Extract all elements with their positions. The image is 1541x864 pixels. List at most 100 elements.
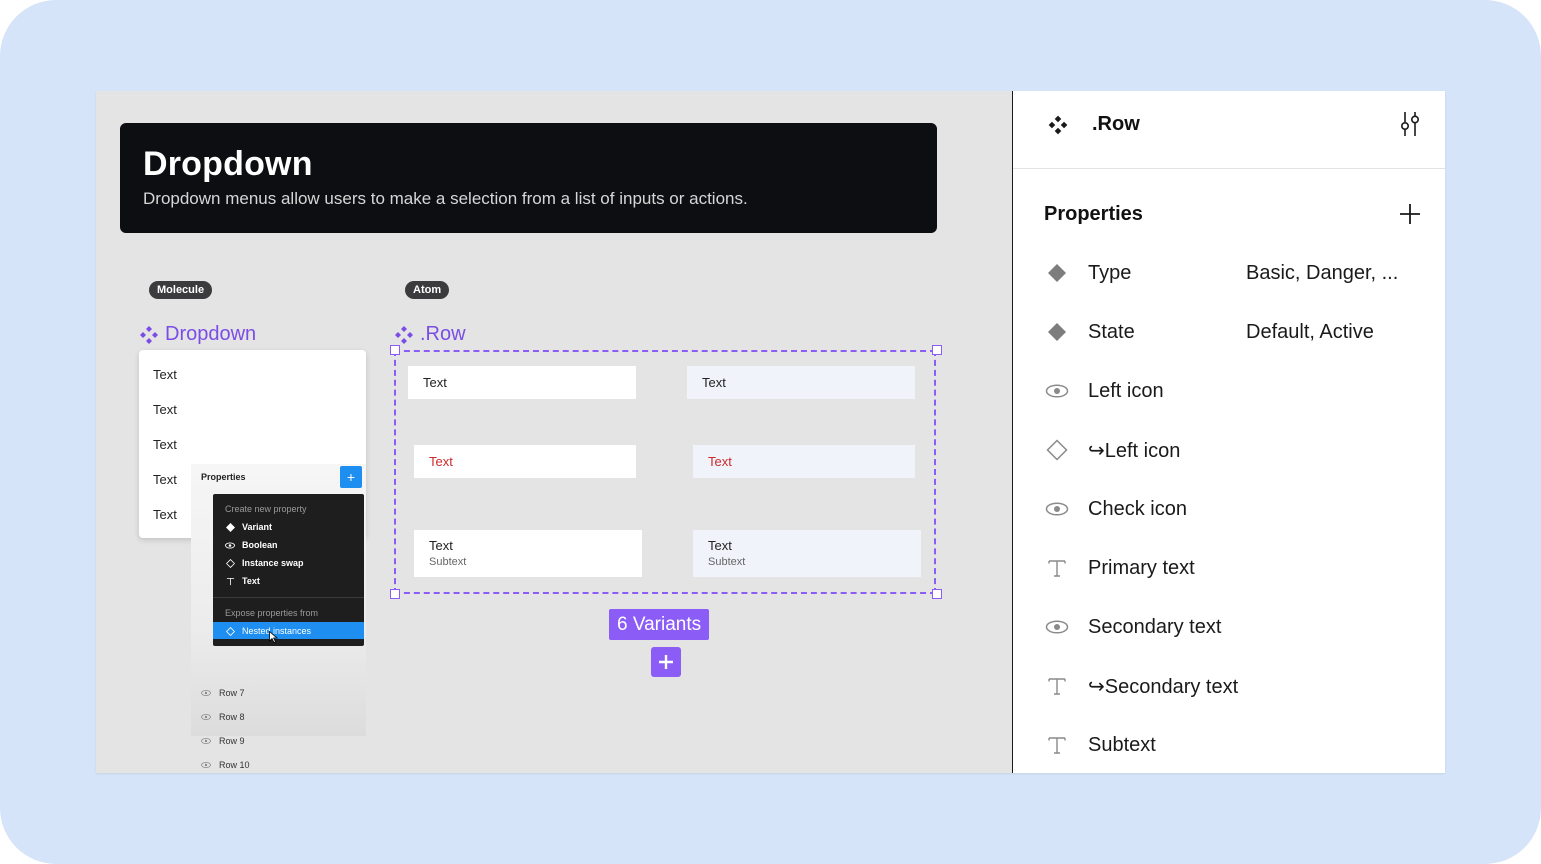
mini-row-item[interactable]: Row 8 xyxy=(201,712,245,722)
dropdown-item[interactable]: Text xyxy=(153,507,177,522)
properties-panel: .Row Properties Type Basic, Danger, ... xyxy=(1012,91,1445,773)
dropdown-item[interactable]: Text xyxy=(153,472,177,487)
eye-icon xyxy=(201,690,211,696)
property-row-secondary-text[interactable]: Secondary text xyxy=(1044,612,1424,642)
resize-handle-tl[interactable] xyxy=(390,345,400,355)
row-variant[interactable]: Text xyxy=(687,366,915,399)
eye-icon xyxy=(1045,384,1069,398)
variant-diamond-icon xyxy=(225,522,235,532)
eye-icon xyxy=(201,762,211,768)
variant-diamond-icon xyxy=(1048,323,1066,341)
dropdown-item[interactable]: Text xyxy=(153,367,177,382)
variant-text: Text xyxy=(423,375,447,390)
property-row-type[interactable]: Type Basic, Danger, ... xyxy=(1044,258,1424,288)
menu-item-label: Boolean xyxy=(242,540,278,550)
atom-tag: Atom xyxy=(405,281,450,299)
property-name: State xyxy=(1088,320,1135,343)
mini-row-label: Row 7 xyxy=(219,688,245,698)
menu-divider xyxy=(213,597,364,598)
resize-handle-br[interactable] xyxy=(932,589,942,599)
text-icon xyxy=(1048,678,1066,695)
variant-text: Text xyxy=(429,454,453,469)
property-name: Check icon xyxy=(1088,497,1187,520)
text-icon xyxy=(1048,737,1066,754)
property-name: ↪Left icon xyxy=(1088,439,1181,462)
add-property-button[interactable]: + xyxy=(340,466,362,488)
row-variant[interactable]: Text xyxy=(414,445,636,478)
variant-text: Text xyxy=(429,538,453,553)
variant-text: Text xyxy=(702,375,726,390)
add-property-plus-icon[interactable] xyxy=(1399,203,1421,225)
figma-window: Dropdown Dropdown menus allow users to m… xyxy=(96,91,1445,773)
property-row-left-icon-swap[interactable]: ↪Left icon xyxy=(1044,435,1424,465)
mini-row-label: Row 10 xyxy=(219,760,250,770)
row-component-set[interactable]: Text Text Text Text Text Subtext Text Su xyxy=(394,350,936,594)
row-variant[interactable]: Text xyxy=(408,366,636,399)
eye-icon xyxy=(1045,502,1069,516)
property-row-check-icon[interactable]: Check icon xyxy=(1044,494,1424,524)
mini-row-label: Row 8 xyxy=(219,712,245,722)
eye-icon xyxy=(201,738,211,744)
adjust-settings-icon[interactable] xyxy=(1398,110,1422,138)
eye-icon xyxy=(201,714,211,720)
property-row-state[interactable]: State Default, Active xyxy=(1044,317,1424,347)
property-row-primary-text[interactable]: Primary text xyxy=(1044,553,1424,583)
mini-row-item[interactable]: Row 7 xyxy=(201,688,245,698)
menu-item-label: Instance swap xyxy=(242,558,304,568)
mouse-cursor-icon xyxy=(269,631,278,643)
resize-handle-tr[interactable] xyxy=(932,345,942,355)
banner-description: Dropdown menus allow users to make a sel… xyxy=(143,189,748,208)
property-name: ↪Secondary text xyxy=(1088,675,1239,698)
doc-banner: Dropdown Dropdown menus allow users to m… xyxy=(120,123,937,233)
dropdown-title-label: Dropdown xyxy=(165,323,257,345)
variant-text: Text xyxy=(708,538,732,553)
menu-item-text[interactable]: Text xyxy=(225,576,260,586)
dropdown-item[interactable]: Text xyxy=(153,402,177,417)
plus-icon xyxy=(659,655,673,669)
menu-item-instance-swap[interactable]: Instance swap xyxy=(225,558,304,568)
instance-swap-icon xyxy=(1046,439,1068,461)
property-value: Default, Active xyxy=(1246,320,1374,343)
component-icon xyxy=(1048,115,1068,135)
banner-title: Dropdown xyxy=(143,145,313,183)
variants-count-badge: 6 Variants xyxy=(609,609,710,640)
eye-icon xyxy=(225,541,235,549)
resize-handle-bl[interactable] xyxy=(390,589,400,599)
row-variant[interactable]: Text Subtext xyxy=(414,530,642,577)
row-variant[interactable]: Text xyxy=(693,445,915,478)
property-row-secondary-text-nested[interactable]: ↪Secondary text xyxy=(1044,671,1424,701)
row-component-title[interactable]: .Row xyxy=(394,323,466,346)
variant-diamond-icon xyxy=(1048,264,1066,282)
property-row-subtext[interactable]: Subtext xyxy=(1044,730,1424,760)
property-name: Secondary text xyxy=(1088,615,1222,638)
mini-row-label: Row 9 xyxy=(219,736,245,746)
variant-text: Text xyxy=(708,454,732,469)
row-variant[interactable]: Text Subtext xyxy=(693,530,921,577)
menu-item-label: Variant xyxy=(242,522,273,532)
properties-section-title: Properties xyxy=(1044,203,1143,225)
molecule-tag: Molecule xyxy=(149,281,213,299)
mini-row-item[interactable]: Row 9 xyxy=(201,736,245,746)
create-property-header: Create new property xyxy=(225,504,307,514)
mini-row-item[interactable]: Row 10 xyxy=(201,760,250,770)
design-canvas[interactable]: Dropdown Dropdown menus allow users to m… xyxy=(96,91,1012,773)
property-name: Subtext xyxy=(1088,733,1156,756)
property-name: Type xyxy=(1088,261,1132,284)
component-name: .Row xyxy=(1092,113,1140,135)
menu-item-variant[interactable]: Variant xyxy=(225,522,272,532)
expose-properties-header: Expose properties from xyxy=(225,608,319,618)
create-property-menu: Create new property Variant Boolean Inst… xyxy=(213,494,364,646)
instance-swap-icon xyxy=(225,558,235,568)
add-variant-button[interactable] xyxy=(651,647,681,677)
row-title-label: .Row xyxy=(420,323,466,345)
dropdown-component-title[interactable]: Dropdown xyxy=(139,323,256,346)
menu-item-boolean[interactable]: Boolean xyxy=(225,540,278,550)
component-icon xyxy=(395,325,413,344)
panel-header: .Row xyxy=(1013,91,1445,169)
mini-properties-title: Properties xyxy=(201,472,246,482)
property-value: Basic, Danger, ... xyxy=(1246,261,1399,284)
menu-item-label: Text xyxy=(242,576,260,586)
dropdown-item[interactable]: Text xyxy=(153,437,177,452)
variant-subtext: Subtext xyxy=(708,556,746,568)
property-row-left-icon[interactable]: Left icon xyxy=(1044,376,1424,406)
